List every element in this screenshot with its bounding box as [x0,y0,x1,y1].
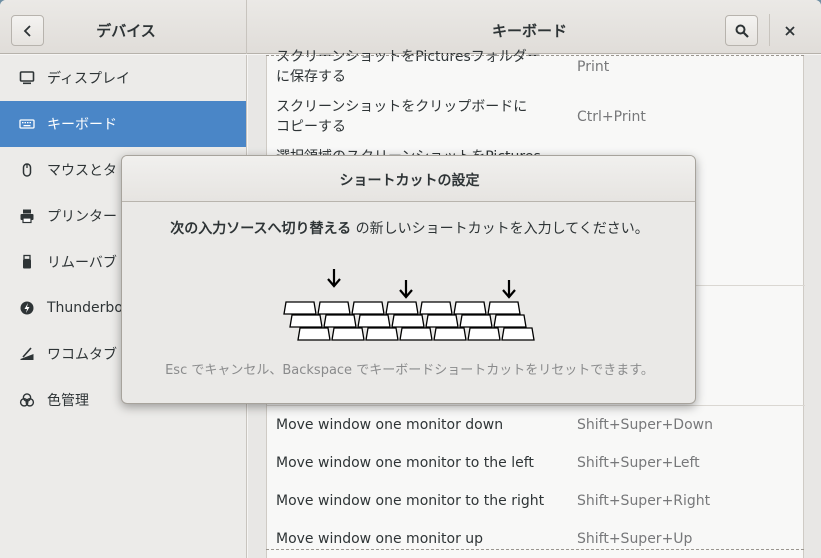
dialog-message: 次の入力ソースへ切り替える の新しいショートカットを入力してください。 [122,218,695,238]
shortcut-row[interactable]: Move window one monitor up Shift+Super+U… [267,529,805,558]
thunderbolt-icon [18,299,36,317]
sidebar-item-label: マウスとタ [47,163,117,179]
close-icon [785,25,795,36]
header-bar: デバイス キーボード [0,0,821,54]
sidebar-item-keyboard[interactable]: キーボード [0,101,246,147]
keyboard-icon [18,115,36,133]
shortcut-row[interactable]: スクリーンショットをクリップボードに コピーする Ctrl+Print [267,97,805,147]
mouse-icon [18,161,36,179]
sidebar-item-label: Thunderbol [47,300,127,316]
sidebar-item-label: 色管理 [47,393,89,409]
header-left: デバイス [0,0,247,54]
shortcut-name: スクリーンショットをPicturesフォルダー [276,49,541,65]
dialog-header: ショートカットの設定 [122,156,695,202]
shortcut-name: スクリーンショットをクリップボードに [276,99,528,115]
sidebar-item-label: リムーバブ [47,255,117,271]
shortcut-row[interactable]: Move window one monitor down Shift+Super… [267,415,805,453]
shortcut-name-cont: コピーする [276,119,346,135]
color-management-icon [18,391,36,409]
list-top-edge [266,55,804,56]
search-button[interactable] [725,15,758,46]
chevron-left-icon [23,24,31,37]
sidebar-item-label: キーボード [47,117,117,133]
shortcut-row[interactable]: Move window one monitor to the right Shi… [267,491,805,529]
printer-icon [18,207,36,225]
sidebar-item-display[interactable]: ディスプレイ [0,55,246,101]
shortcut-accel: Shift+Super+Up [577,531,693,547]
shortcut-row[interactable]: Move window one monitor to the left Shif… [267,453,805,491]
shortcut-dialog: ショートカットの設定 次の入力ソースへ切り替える の新しいショートカットを入力し… [121,155,696,404]
shortcut-name: Move window one monitor down [276,417,504,433]
shortcut-accel: Shift+Super+Left [577,455,700,471]
row-divider [267,405,805,406]
dialog-hint: Esc でキャンセル、Backspace でキーボードショートカットをリセットで… [165,363,654,378]
shortcut-accel: Shift+Super+Right [577,493,711,509]
shortcut-accel: Print [577,59,610,75]
message-suffix: の新しいショートカットを入力してください。 [351,221,649,237]
search-icon [735,24,749,38]
settings-window: デバイス キーボード ディスプレイ キーボード マウスとタ プリンター リムーバ… [0,0,821,558]
shortcut-name: Move window one monitor to the left [276,455,534,471]
removable-media-icon [18,253,36,271]
back-button[interactable] [11,15,44,46]
shortcut-name: Move window one monitor up [276,531,484,547]
keyboard-illustration-icon [283,269,535,341]
list-bottom-edge [266,549,804,550]
sidebar-item-label: プリンター [47,209,117,225]
panel-category-title: デバイス [96,22,156,40]
action-name: 次の入力ソースへ切り替える [170,221,352,237]
sidebar-item-label: ディスプレイ [47,71,131,87]
wacom-tablet-icon [18,345,36,363]
close-button[interactable] [775,15,805,46]
display-icon [18,69,36,87]
dialog-title: ショートカットの設定 [339,173,480,189]
shortcut-accel: Shift+Super+Down [577,417,713,433]
shortcut-accel: Ctrl+Print [577,109,646,125]
shortcut-name: Move window one monitor to the right [276,493,545,509]
shortcut-name-cont: に保存する [276,69,346,85]
header-separator [769,14,770,46]
sidebar-item-label: ワコムタブ [47,347,117,363]
